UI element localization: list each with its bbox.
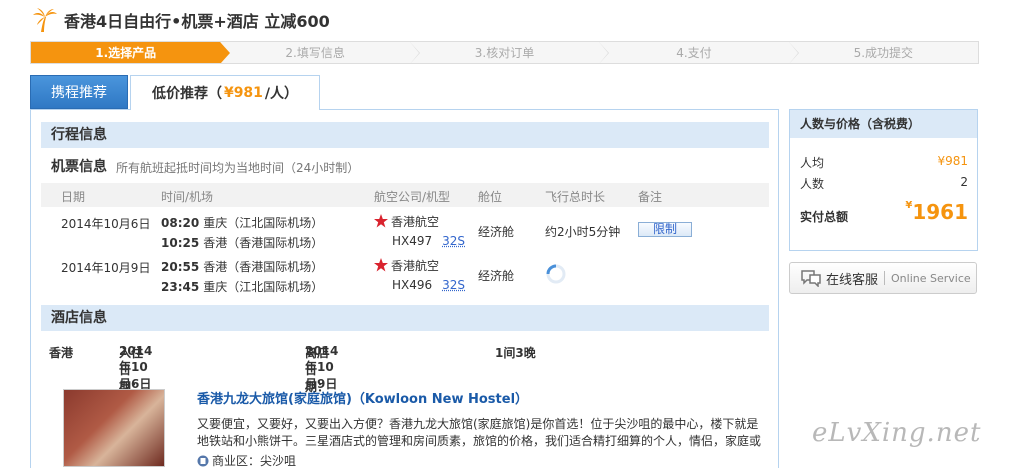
hotel-description: 又要便宜，又要好，又要出入方便？香港九龙大旅馆(家庭旅馆)是你首选！位于尖沙咀的…: [197, 417, 762, 448]
progress-steps: 1.选择产品 2.填写信息 3.核对订单 4.支付 5.成功提交: [30, 41, 979, 64]
per-person-row: 人均 ¥981: [800, 154, 968, 170]
step-select-product: 1.选择产品: [31, 42, 231, 63]
dep-airport: 香港（香港国际机场）: [203, 260, 324, 274]
flight-number: HX497: [392, 234, 433, 248]
col-date: 日期: [61, 190, 86, 204]
checkout-date: 2014年10月9日: [305, 344, 339, 391]
arr-airport: 重庆（江北国际机场）: [203, 280, 324, 294]
page-title: 香港4日自由行•机票+酒店 立减600: [64, 12, 330, 31]
per-person-price: ¥981: [937, 154, 968, 168]
step-payment: 4.支付: [599, 42, 799, 63]
tab-price: ¥981: [223, 85, 263, 101]
palm-tree-icon: [33, 8, 57, 32]
plane-type-link[interactable]: 32S: [442, 278, 465, 292]
hk-airlines-logo-icon: [374, 214, 388, 228]
checkin-date: 2014年10月6日: [119, 344, 153, 391]
hotel-name-link[interactable]: 香港九龙大旅馆(家庭旅馆)（Kowloon New Hostel）: [197, 388, 528, 407]
main-panel: 行程信息 机票信息 所有航班起抵时间均为当地时间（24小时制） 日期 时间/机场…: [30, 109, 779, 468]
dep-time: 08:20: [161, 216, 200, 230]
package-tabs: 携程推荐 低价推荐（ ¥981/人）: [30, 75, 322, 110]
total-row: 实付总额 ¥1961: [800, 200, 968, 224]
arr-time: 10:25: [161, 236, 200, 250]
page-header: 香港4日自由行•机票+酒店 立减600: [32, 6, 330, 34]
hk-airlines-logo-icon: [374, 258, 388, 272]
flight-row: 2014年10月6日 08:20 重庆（江北国际机场） 10:25 香港（香港国际机…: [41, 211, 769, 257]
dep-time: 20:55: [161, 260, 200, 274]
arr-airport: 香港（香港国际机场）: [203, 236, 324, 250]
online-service-button[interactable]: 在线客服 Online Service: [789, 262, 977, 294]
flight-duration: 约2小时5分钟: [545, 225, 621, 239]
col-note: 备注: [638, 190, 663, 204]
flight-row: 2014年10月9日 20:55 香港（香港国际机场） 23:45 重庆（江北国际机…: [41, 257, 769, 303]
cabin-class: 经济舱: [478, 225, 515, 239]
chat-bubble-icon: [801, 270, 821, 287]
people-count: 2: [960, 175, 968, 189]
flight-date: 2014年10月9日: [61, 261, 151, 275]
step-check-order: 3.核对订单: [410, 42, 610, 63]
loading-spinner-icon: [546, 264, 566, 284]
hotel-photo[interactable]: [63, 389, 165, 467]
hotel-stay-info: 香港 入住日期： 2014年10月6日 离店日期： 2014年10月9日 1间3晚: [49, 344, 536, 394]
service-label-en: Online Service: [891, 271, 971, 285]
price-box-title: 人数与价格（含税费）: [790, 110, 977, 138]
col-duration: 飞行总时长: [545, 190, 606, 204]
itinerary-header: 行程信息: [41, 122, 769, 148]
plane-type-link[interactable]: 32S: [442, 234, 465, 248]
cabin-class: 经济舱: [478, 269, 515, 283]
step-submit-success: 5.成功提交: [853, 46, 914, 60]
hotel-area: 商业区：尖沙咀: [197, 452, 296, 468]
col-time-airport: 时间/机场: [161, 190, 214, 204]
flight-table-header: 日期 时间/机场 航空公司/机型 舱位 飞行总时长 备注: [41, 183, 769, 207]
flight-time-note: 所有航班起抵时间均为当地时间（24小时制）: [116, 161, 360, 175]
step-fill-info: 2.填写信息: [220, 42, 420, 63]
people-count-row: 人数 2: [800, 175, 968, 191]
price-summary-box: 人数与价格（含税费） 人均 ¥981 人数 2 实付总额 ¥1961: [789, 109, 978, 251]
airline-name: 香港航空: [391, 259, 440, 273]
flight-number: HX496: [392, 278, 433, 292]
col-airline: 航空公司/机型: [374, 190, 451, 204]
hotel-header: 酒店信息: [41, 305, 769, 331]
restriction-button[interactable]: 限制: [638, 222, 692, 237]
hotel-city: 香港: [49, 346, 74, 360]
location-icon: [197, 455, 209, 466]
flight-date: 2014年10月6日: [61, 217, 151, 231]
room-nights: 1间3晚: [495, 346, 536, 360]
site-watermark: eLvXing.net: [812, 418, 982, 448]
airline-name: 香港航空: [391, 215, 440, 229]
dep-airport: 重庆（江北国际机场）: [203, 216, 324, 230]
col-cabin: 舱位: [478, 190, 503, 204]
flight-info-title: 机票信息: [51, 159, 107, 175]
tab-low-price[interactable]: 低价推荐（ ¥981/人）: [130, 75, 320, 110]
service-label-cn: 在线客服: [826, 272, 879, 288]
tab-ctrip-recommend[interactable]: 携程推荐: [30, 75, 128, 109]
arr-time: 23:45: [161, 280, 200, 294]
total-price: ¥1961: [905, 200, 968, 224]
